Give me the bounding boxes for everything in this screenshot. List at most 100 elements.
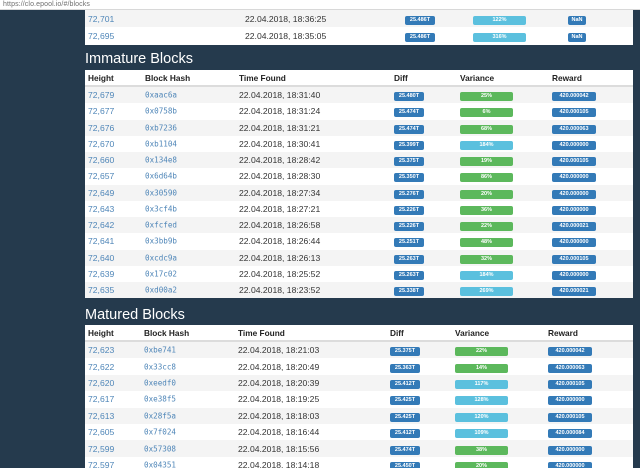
block-height-link[interactable]: 72,670 xyxy=(88,139,114,149)
variance-cell: 38% xyxy=(455,443,508,455)
block-hash-link[interactable]: 0x7f024 xyxy=(144,428,176,437)
block-hash-link[interactable]: 0x57308 xyxy=(144,444,176,453)
block-hash-link[interactable]: 0x6d64b xyxy=(145,172,177,181)
diff-cell: 25.486T xyxy=(405,30,435,42)
reward-badge: 420.000105 xyxy=(552,108,596,118)
header-diff[interactable]: Diff xyxy=(390,328,404,338)
block-height-link[interactable]: 72,622 xyxy=(88,362,114,372)
time-found: 22.04.2018, 18:26:58 xyxy=(239,220,321,231)
table-row: 72,670 0xb1104 22.04.2018, 18:30:41 25.399T… xyxy=(85,135,633,152)
block-hash-link[interactable]: 0x30590 xyxy=(145,188,177,197)
diff-badge: 25.399T xyxy=(394,140,424,150)
block-height-link[interactable]: 72,599 xyxy=(88,444,114,454)
time-found: 22.04.2018, 18:28:42 xyxy=(239,155,321,166)
diff-badge: 25.474T xyxy=(394,108,424,118)
block-height-link[interactable]: 72,620 xyxy=(88,378,114,388)
block-height-link[interactable]: 72,643 xyxy=(88,204,114,214)
block-height-link[interactable]: 72,660 xyxy=(88,155,114,165)
block-hash-link[interactable]: 0xbe741 xyxy=(144,346,176,355)
matured-blocks-table: Height Block Hash Time Found Diff Varian… xyxy=(85,325,633,468)
header-variance[interactable]: Variance xyxy=(460,73,494,83)
table-row: 72,641 0x3bb9b 22.04.2018, 18:26:44 25.251T… xyxy=(85,233,633,250)
browser-address-bar[interactable]: https://clo.epool.io/#/blocks xyxy=(0,0,640,10)
diff-cell: 25.425T xyxy=(390,410,420,422)
time-found: 22.04.2018, 18:31:21 xyxy=(239,122,321,133)
block-height-link[interactable]: 72,679 xyxy=(88,90,114,100)
time-found: 22.04.2018, 18:26:44 xyxy=(239,236,321,247)
variance-badge: 128% xyxy=(455,396,508,406)
table-header-row: Height Block Hash Time Found Diff Varian… xyxy=(85,70,633,87)
table-row: 72,660 0x134e8 22.04.2018, 18:28:42 25.375T… xyxy=(85,152,633,169)
header-reward[interactable]: Reward xyxy=(548,328,578,338)
block-hash-link[interactable]: 0xe38f5 xyxy=(144,395,176,404)
block-height-link[interactable]: 72,657 xyxy=(88,171,114,181)
block-height-link[interactable]: 72,642 xyxy=(88,220,114,230)
block-hash-link[interactable]: 0x04351 xyxy=(144,460,176,468)
block-height-link[interactable]: 72,640 xyxy=(88,253,114,263)
block-height-link[interactable]: 72,597 xyxy=(88,460,114,468)
diff-cell: 25.425T xyxy=(390,393,420,406)
diff-badge: 25.375T xyxy=(394,157,424,167)
variance-cell: 32% xyxy=(460,252,513,264)
variance-cell: 117% xyxy=(455,377,508,389)
reward-badge: 420.000063 xyxy=(548,363,592,373)
variance-cell: 68% xyxy=(460,122,513,134)
block-hash-link[interactable]: 0xfcfed xyxy=(145,221,177,230)
diff-badge: 25.450T xyxy=(390,461,420,468)
block-hash-link[interactable]: 0x28f5a xyxy=(144,411,176,420)
header-height[interactable]: Height xyxy=(88,73,114,83)
variance-badge: 38% xyxy=(455,445,508,455)
header-block-hash[interactable]: Block Hash xyxy=(145,73,190,83)
header-block-hash[interactable]: Block Hash xyxy=(144,328,189,338)
header-diff[interactable]: Diff xyxy=(394,73,408,83)
block-hash-link[interactable]: 0xb1104 xyxy=(145,139,177,148)
block-hash-link[interactable]: 0xcdc9a xyxy=(145,253,177,262)
block-height-link[interactable]: 72,649 xyxy=(88,188,114,198)
block-height-link[interactable]: 72,701 xyxy=(88,14,114,24)
reward-badge: 420.000105 xyxy=(552,254,596,264)
table-row: 72,613 0x28f5a 22.04.2018, 18:18:03 25.425T… xyxy=(85,407,633,424)
reward-badge: 420.000063 xyxy=(552,124,596,134)
block-hash-link[interactable]: 0x0758b xyxy=(145,107,177,116)
block-hash-link[interactable]: 0xaac6a xyxy=(145,91,177,100)
block-hash-link[interactable]: 0x33cc8 xyxy=(144,362,176,371)
block-hash-link[interactable]: 0x3cf4b xyxy=(145,204,177,213)
diff-cell: 25.486T xyxy=(405,13,435,25)
block-height-link[interactable]: 72,676 xyxy=(88,123,114,133)
immature-blocks-table: Height Block Hash Time Found Diff Varian… xyxy=(85,70,633,299)
variance-badge: 48% xyxy=(460,238,513,248)
block-height-link[interactable]: 72,639 xyxy=(88,269,114,279)
block-hash-link[interactable]: 0x17c02 xyxy=(145,269,177,278)
header-time-found[interactable]: Time Found xyxy=(238,328,285,338)
block-hash-link[interactable]: 0xeedf0 xyxy=(144,378,176,387)
block-hash-link[interactable]: 0x134e8 xyxy=(145,156,177,165)
variance-cell: 48% xyxy=(460,235,513,248)
block-height-link[interactable]: 72,617 xyxy=(88,394,114,404)
diff-cell: 25.263T xyxy=(394,252,424,264)
block-height-link[interactable]: 72,613 xyxy=(88,411,114,421)
block-hash-link[interactable]: 0xd00a2 xyxy=(145,286,177,295)
block-hash-link[interactable]: 0xb7236 xyxy=(145,123,177,132)
header-height[interactable]: Height xyxy=(88,328,114,338)
block-height-link[interactable]: 72,695 xyxy=(88,31,114,41)
block-height-link[interactable]: 72,623 xyxy=(88,345,114,355)
header-variance[interactable]: Variance xyxy=(455,328,489,338)
diff-cell: 25.226T xyxy=(394,219,424,232)
variance-cell: 86% xyxy=(460,170,513,183)
header-time-found[interactable]: Time Found xyxy=(239,73,286,83)
block-hash-link[interactable]: 0x3bb9b xyxy=(145,237,177,246)
header-reward[interactable]: Reward xyxy=(552,73,582,83)
reward-badge: 420.000042 xyxy=(552,92,596,102)
url-text[interactable]: https://clo.epool.io/#/blocks xyxy=(3,1,90,8)
time-found: 22.04.2018, 18:14:18 xyxy=(238,459,320,468)
block-height-link[interactable]: 72,641 xyxy=(88,236,114,246)
reward-cell: 420.000000 xyxy=(552,235,596,248)
reward-badge: 420.000000 xyxy=(552,205,596,215)
block-height-link[interactable]: 72,635 xyxy=(88,285,114,295)
reward-cell: NaN xyxy=(568,13,586,25)
variance-badge: 184% xyxy=(460,140,513,150)
reward-badge: NaN xyxy=(568,15,586,25)
block-height-link[interactable]: 72,677 xyxy=(88,106,114,116)
table-row: 72,695 22.04.2018, 18:35:05 25.486T 316%… xyxy=(85,27,633,45)
block-height-link[interactable]: 72,605 xyxy=(88,427,114,437)
